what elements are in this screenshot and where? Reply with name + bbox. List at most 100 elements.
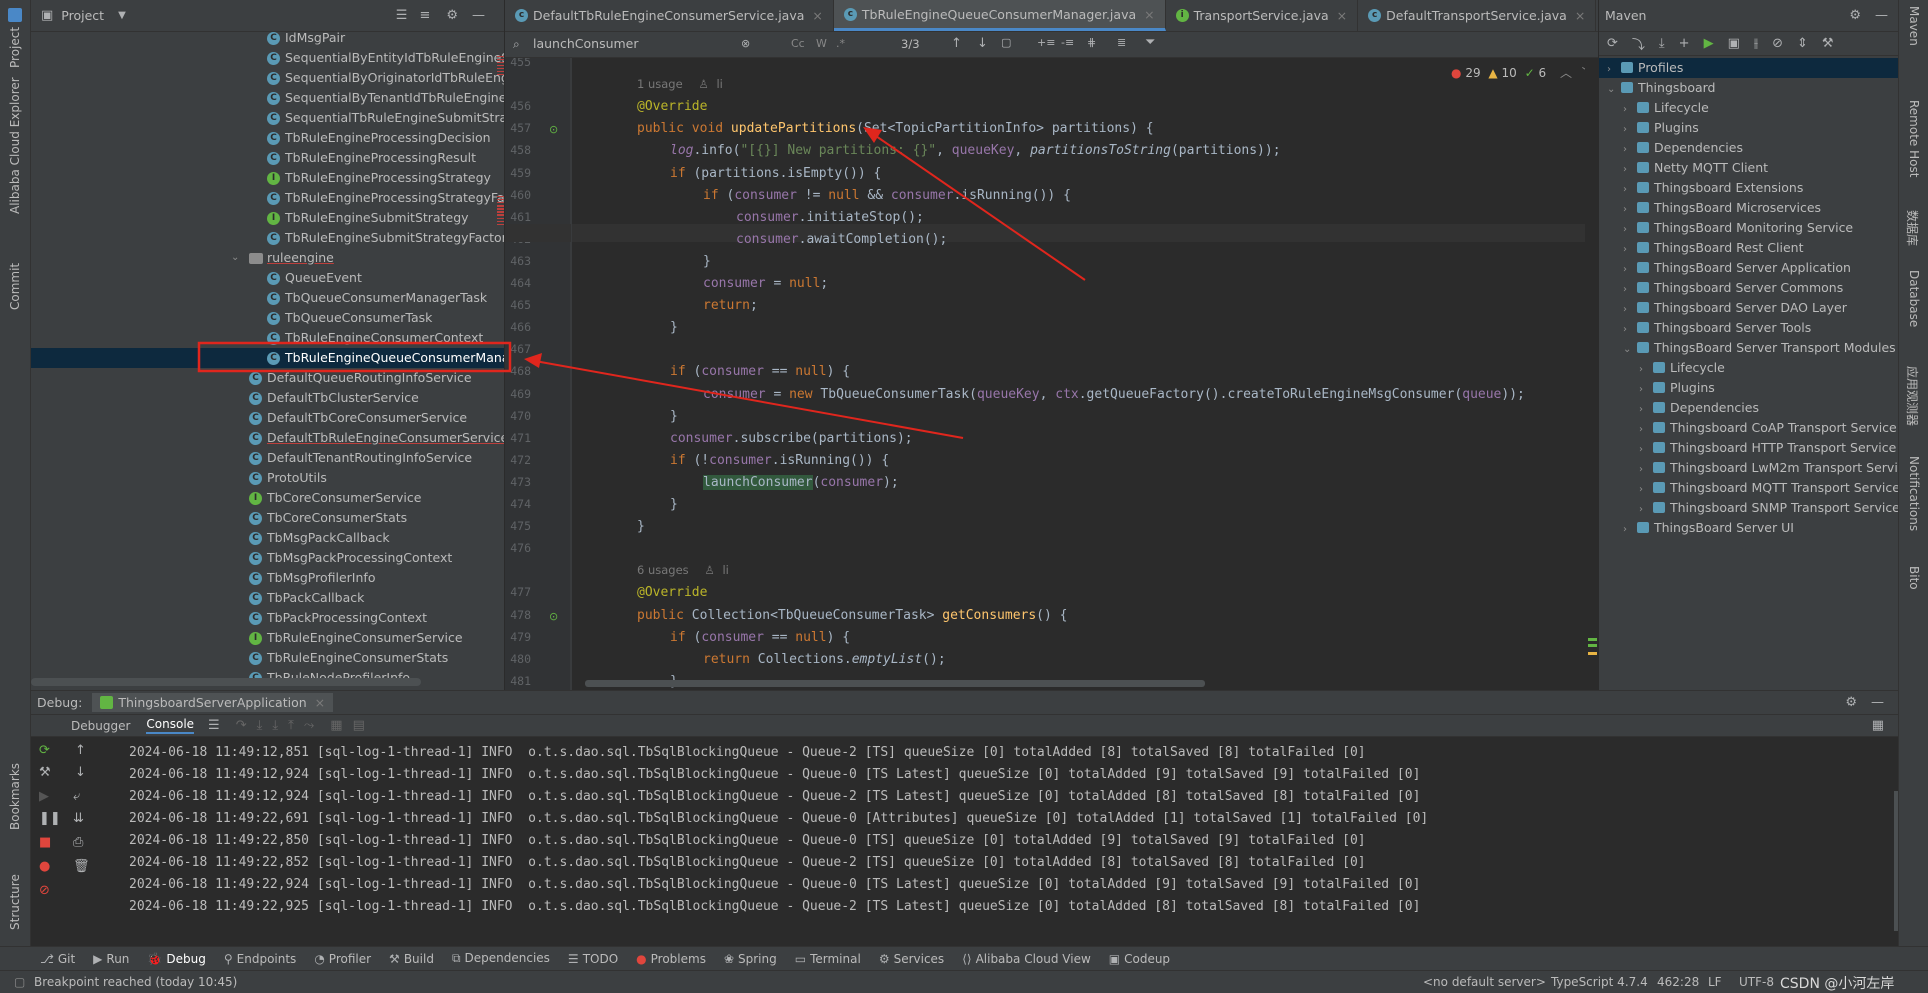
close-icon[interactable]: × [1337,8,1347,23]
chevron-right-icon[interactable]: › [1623,220,1637,240]
right-strip-observer[interactable]: 应用观测器 [1904,366,1921,426]
project-tree-item[interactable]: C DefaultTenantRoutingInfoService [31,448,504,468]
code-line[interactable]: if (consumer == null) { [670,364,850,379]
tab-transport-service[interactable]: i TransportService.java × [1166,0,1359,31]
project-tool-icon[interactable] [8,8,22,22]
chevron-right-icon[interactable]: › [1623,100,1637,120]
chevron-down-icon[interactable]: ▼ [118,10,126,21]
remove-occurrence-icon[interactable]: -≡ [1061,36,1074,49]
toggle-icon[interactable]: ▣ [1728,36,1740,51]
project-tree-item[interactable]: C DefaultQueueRoutingInfoService [31,368,504,388]
gear-icon[interactable]: ⚙ [446,8,458,23]
code-line[interactable]: consumer = new TbQueueConsumerTask(queue… [703,387,1525,402]
bottom-tab-debug[interactable]: 🐞 Debug [147,952,205,966]
project-tree-item[interactable]: C TbRuleEngineProcessingDecision [31,128,504,148]
left-strip-project[interactable]: Project [8,27,22,68]
evaluate-icon[interactable]: ▦ [330,718,342,733]
arrow-down-icon[interactable]: ↓ [977,36,988,51]
project-tree-item[interactable]: C TbMsgPackProcessingContext [31,548,504,568]
code-line[interactable]: if (!consumer.isRunning()) { [670,453,889,468]
chevron-right-icon[interactable]: › [1623,260,1637,280]
force-step-into-icon[interactable]: ⤓ [272,718,278,733]
project-tree-item[interactable]: C TbCoreConsumerStats [31,508,504,528]
project-tree-item[interactable]: C TbRuleEngineProcessingResult [31,148,504,168]
code-line[interactable]: } [703,254,711,269]
project-tree-item[interactable]: C ProtoUtils [31,468,504,488]
project-tree-item[interactable]: ⌄ ruleengine [31,248,504,268]
collapse-all-icon[interactable]: ≡ [419,8,430,23]
bottom-tab-todo[interactable]: ☰ TODO [568,952,618,966]
override-icon[interactable]: ⊙ [549,123,558,136]
chevron-right-icon[interactable]: › [1623,140,1637,160]
code-line[interactable]: consumer = null; [703,276,828,291]
chevron-right-icon[interactable]: › [1623,280,1637,300]
close-icon[interactable]: × [812,8,822,23]
right-strip-notifications[interactable]: Notifications [1907,456,1921,531]
maven-tree-item[interactable]: › Thingsboard Server Commons [1599,278,1898,298]
arrow-up-icon[interactable]: ↑ [75,743,86,758]
chevron-right-icon[interactable]: › [1639,500,1653,520]
project-tree-item[interactable]: C DefaultTbCoreConsumerService [31,408,504,428]
menu-icon[interactable]: ☰ [208,718,220,733]
project-tree-item[interactable]: C SequentialByOriginatorIdTbRuleEngineSub… [31,68,504,88]
project-tree-item[interactable]: I TbRuleEngineConsumerService [31,628,504,648]
maven-tree-item[interactable]: › Dependencies [1599,138,1898,158]
status-toggle-icon[interactable]: ▢ [14,975,25,989]
project-tree-item[interactable]: C TbPackProcessingContext [31,608,504,628]
code-line[interactable]: } [637,519,645,534]
chevron-right-icon[interactable]: › [1607,60,1621,80]
usage-hint[interactable]: 1 usage [637,77,683,91]
status-server[interactable]: <no default server> [1423,975,1546,989]
project-tree-item[interactable]: I TbCoreConsumerService [31,488,504,508]
code-line[interactable]: if (consumer == null) { [670,630,850,645]
trace-icon[interactable]: ▤ [353,718,365,733]
bottom-tab-dependencies[interactable]: ⧉ Dependencies [452,951,550,966]
step-over-icon[interactable]: ↷ [236,718,247,733]
code-line[interactable]: return; [703,298,758,313]
maven-tree-item[interactable]: › Thingsboard MQTT Transport Service [1599,478,1898,498]
maven-tree-item[interactable]: ⌄ ThingsBoard Server Transport Modules [1599,338,1898,358]
bottom-tab-endpoints[interactable]: ⚲ Endpoints [224,952,296,966]
chevron-down-icon[interactable]: ⌄ [231,248,239,268]
project-tree-item[interactable]: C SequentialTbRuleEngineSubmitStrategy [31,108,504,128]
left-strip-commit[interactable]: Commit [8,263,22,310]
right-strip-remote-host[interactable]: Remote Host [1907,100,1921,177]
status-typescript[interactable]: TypeScript 4.7.4 [1551,975,1648,989]
code-line[interactable]: consumer.initiateStop(); [736,210,924,225]
regex-icon[interactable]: .* [836,37,845,50]
code-line[interactable]: @Override [637,585,707,600]
resume-icon[interactable]: ▶ [39,789,49,804]
left-strip-bookmarks[interactable]: Bookmarks [8,763,22,830]
code-line[interactable]: } [670,409,678,424]
left-strip-alibaba[interactable]: Alibaba Cloud Explorer [8,77,22,214]
status-position[interactable]: 462:28 [1657,975,1699,989]
chevron-right-icon[interactable]: › [1623,520,1637,540]
skip-tests-icon[interactable]: ⊘ [1772,36,1783,51]
select-all-icon[interactable]: ▢ [1001,36,1011,49]
filter-icon[interactable]: ⏷ [1145,35,1155,50]
gear-icon[interactable]: ⚙ [1849,8,1861,23]
chevron-down-icon[interactable]: ⌄ [1623,340,1637,360]
offline-icon[interactable]: ⫲ [1754,36,1758,51]
project-tree-item[interactable]: C DefaultTbRuleEngineConsumerService [31,428,504,448]
project-tree-item[interactable]: C TbQueueConsumerTask [31,308,504,328]
status-encoding[interactable]: UTF-8 [1739,975,1774,989]
debug-session-tab[interactable]: ThingsboardServerApplication × [92,693,334,712]
code-line[interactable]: consumer.subscribe(partitions); [670,431,913,446]
close-icon[interactable]: × [1144,7,1154,22]
whole-words-icon[interactable]: W [816,37,827,50]
error-stripe[interactable] [1585,58,1598,690]
usage-hint[interactable]: 6 usages [637,563,689,577]
maven-tree-item[interactable]: › Thingsboard LwM2m Transport Service [1599,458,1898,478]
code-line[interactable]: consumer.awaitCompletion(); [736,232,947,247]
chevron-right-icon[interactable]: › [1623,300,1637,320]
chevron-right-icon[interactable]: › [1623,240,1637,260]
maven-tree-item[interactable]: › Thingsboard Server Tools [1599,318,1898,338]
maven-tree-item[interactable]: › Plugins [1599,378,1898,398]
trash-icon[interactable]: 🗑 [73,859,90,874]
chevron-right-icon[interactable]: › [1623,200,1637,220]
maven-tree-item[interactable]: › Plugins [1599,118,1898,138]
reload-icon[interactable]: ⟳ [1607,36,1618,51]
find-input[interactable]: launchConsumer [533,36,743,54]
tab-default-rule-engine-consumer-service[interactable]: c DefaultTbRuleEngineConsumerService.java… [505,0,834,31]
